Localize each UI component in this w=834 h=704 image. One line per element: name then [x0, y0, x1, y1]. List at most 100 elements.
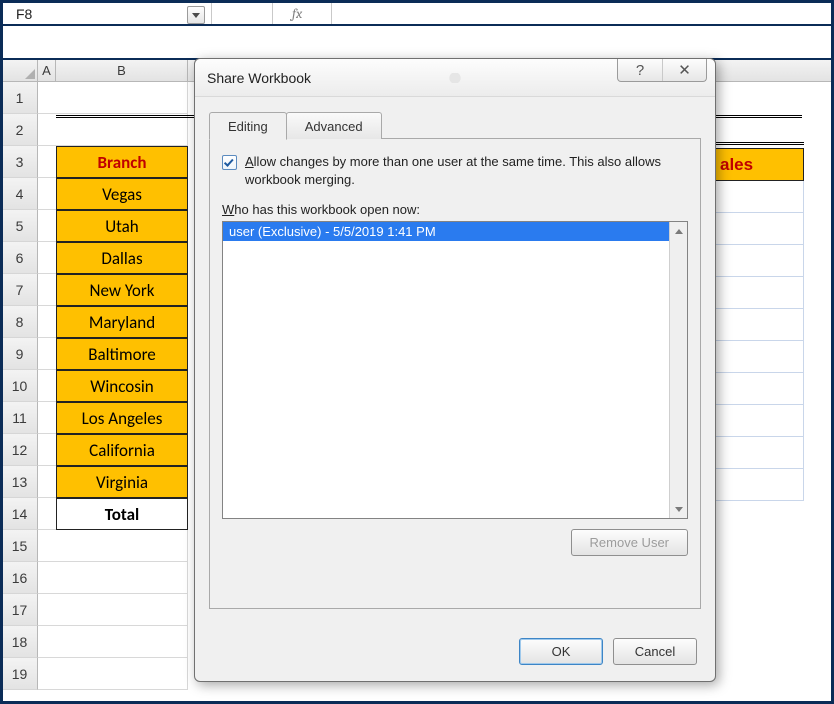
- tab-editing-label: Editing: [228, 119, 268, 134]
- cell[interactable]: [38, 178, 56, 210]
- row-header[interactable]: 15: [2, 530, 38, 562]
- right-total-marker: [714, 501, 804, 533]
- cell[interactable]: [56, 530, 188, 562]
- row-header[interactable]: 5: [2, 210, 38, 242]
- cell[interactable]: [38, 210, 56, 242]
- branch-cell[interactable]: Maryland: [56, 306, 188, 338]
- name-box[interactable]: F8: [2, 3, 212, 24]
- row-header[interactable]: 12: [2, 434, 38, 466]
- tab-editing[interactable]: Editing: [209, 112, 287, 140]
- row-header[interactable]: 19: [2, 658, 38, 690]
- name-box-value: F8: [16, 6, 32, 22]
- cell[interactable]: [38, 434, 56, 466]
- total-cell[interactable]: Total: [56, 498, 188, 530]
- users-listbox[interactable]: user (Exclusive) - 5/5/2019 1:41 PM: [222, 221, 688, 519]
- ok-label: OK: [552, 644, 571, 659]
- close-button[interactable]: ✕: [662, 59, 706, 81]
- ribbon-spacer: [0, 26, 834, 60]
- cell[interactable]: [56, 562, 188, 594]
- cancel-label: Cancel: [635, 644, 675, 659]
- cell[interactable]: [38, 466, 56, 498]
- row-header[interactable]: 8: [2, 306, 38, 338]
- row-header[interactable]: 3: [2, 146, 38, 178]
- cell[interactable]: [38, 402, 56, 434]
- cell[interactable]: [38, 242, 56, 274]
- tab-pane-editing: Allow changes by more than one user at t…: [209, 139, 701, 609]
- row-header[interactable]: 9: [2, 338, 38, 370]
- tab-advanced[interactable]: Advanced: [286, 112, 382, 139]
- dialog-window-buttons: ? ✕: [617, 59, 707, 82]
- help-button[interactable]: ?: [618, 59, 662, 81]
- row-header[interactable]: 10: [2, 370, 38, 402]
- who-open-label: Who has this workbook open now:: [222, 202, 688, 217]
- dialog-body: Editing Advanced Allow changes by more t…: [195, 97, 715, 630]
- cell[interactable]: [38, 370, 56, 402]
- name-box-dropdown-icon[interactable]: [187, 6, 205, 24]
- right-header-fragment: ales: [714, 148, 804, 181]
- fx-label: fx: [292, 5, 302, 22]
- cancel-button[interactable]: Cancel: [613, 638, 697, 665]
- formula-input[interactable]: [332, 3, 832, 24]
- tabstrip: Editing Advanced: [209, 109, 701, 139]
- cell[interactable]: [38, 306, 56, 338]
- row-header[interactable]: 16: [2, 562, 38, 594]
- allow-changes-checkbox[interactable]: [222, 155, 237, 170]
- row-header[interactable]: 6: [2, 242, 38, 274]
- row-header[interactable]: 13: [2, 466, 38, 498]
- scroll-down-icon[interactable]: [670, 500, 687, 518]
- dialog-title: Share Workbook: [207, 70, 311, 86]
- branch-cell[interactable]: Utah: [56, 210, 188, 242]
- branch-cell[interactable]: Vegas: [56, 178, 188, 210]
- cell[interactable]: [56, 82, 188, 114]
- cell[interactable]: [38, 82, 56, 114]
- users-list-content: user (Exclusive) - 5/5/2019 1:41 PM: [223, 222, 669, 518]
- branch-cell[interactable]: California: [56, 434, 188, 466]
- allow-changes-row: Allow changes by more than one user at t…: [222, 153, 688, 188]
- branch-cell[interactable]: Los Angeles: [56, 402, 188, 434]
- branch-cell[interactable]: Baltimore: [56, 338, 188, 370]
- cell[interactable]: [38, 114, 56, 146]
- cell[interactable]: [38, 658, 56, 690]
- branch-cell[interactable]: Wincosin: [56, 370, 188, 402]
- cell[interactable]: [38, 626, 56, 658]
- row-header[interactable]: 4: [2, 178, 38, 210]
- row-header[interactable]: 1: [2, 82, 38, 114]
- branch-cell[interactable]: New York: [56, 274, 188, 306]
- branch-cell[interactable]: Virginia: [56, 466, 188, 498]
- user-list-item[interactable]: user (Exclusive) - 5/5/2019 1:41 PM: [223, 222, 669, 241]
- share-workbook-dialog: Share Workbook ? ✕ Editing Advanced Allo…: [194, 58, 716, 682]
- ok-button[interactable]: OK: [519, 638, 603, 665]
- row-header[interactable]: 7: [2, 274, 38, 306]
- scroll-up-icon[interactable]: [670, 222, 687, 240]
- cell[interactable]: [38, 562, 56, 594]
- cell[interactable]: [38, 274, 56, 306]
- list-scrollbar[interactable]: [669, 222, 687, 518]
- cell[interactable]: [38, 146, 56, 178]
- cell[interactable]: [56, 626, 188, 658]
- col-header-B[interactable]: B: [56, 60, 188, 81]
- row-header[interactable]: 14: [2, 498, 38, 530]
- cell[interactable]: [38, 594, 56, 626]
- row-header[interactable]: 2: [2, 114, 38, 146]
- cell[interactable]: [56, 658, 188, 690]
- dialog-footer: OK Cancel: [195, 630, 715, 681]
- branch-cell[interactable]: Dallas: [56, 242, 188, 274]
- branch-header-cell[interactable]: Branch: [56, 146, 188, 178]
- dialog-titlebar[interactable]: Share Workbook ? ✕: [195, 59, 715, 97]
- row-header[interactable]: 18: [2, 626, 38, 658]
- right-column-fragment: ales: [714, 142, 804, 533]
- row-header[interactable]: 17: [2, 594, 38, 626]
- remove-user-button: Remove User: [571, 529, 688, 556]
- cell[interactable]: [56, 114, 188, 146]
- help-icon: ?: [636, 62, 644, 79]
- formula-bar: F8 fx: [0, 0, 834, 26]
- select-all-corner[interactable]: [2, 60, 38, 81]
- cell[interactable]: [56, 594, 188, 626]
- cell[interactable]: [38, 530, 56, 562]
- col-header-A[interactable]: A: [38, 60, 56, 81]
- fx-button[interactable]: fx: [212, 3, 332, 24]
- dialog-grip-icon: [442, 73, 468, 83]
- cell[interactable]: [38, 338, 56, 370]
- cell[interactable]: [38, 498, 56, 530]
- row-header[interactable]: 11: [2, 402, 38, 434]
